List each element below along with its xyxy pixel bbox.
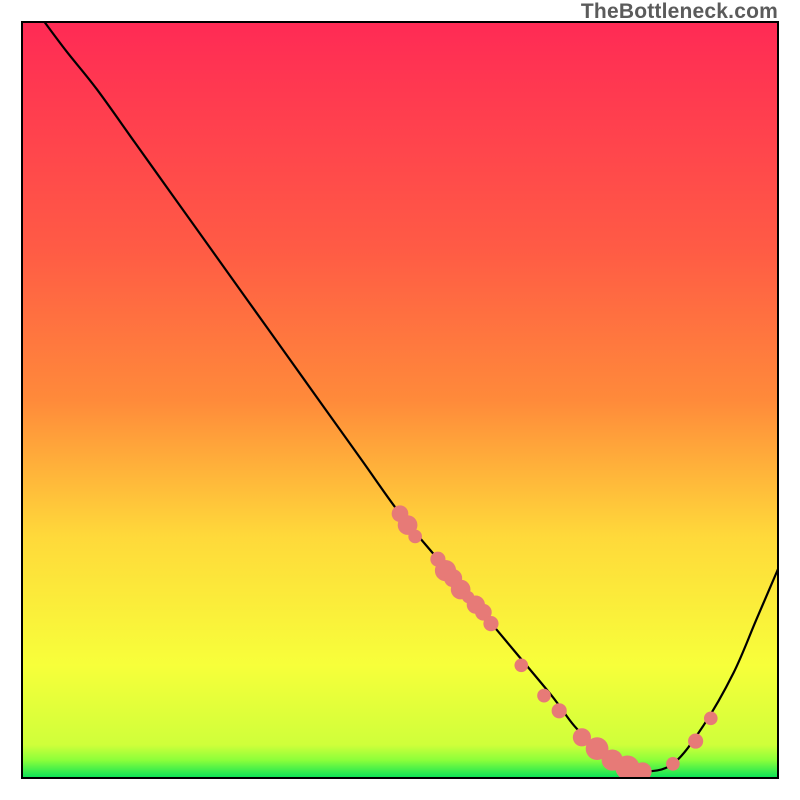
curve-marker [552,703,567,718]
curve-marker [704,712,718,726]
watermark-text: TheBottleneck.com [581,0,778,24]
gradient-background [21,21,779,779]
chart-frame: TheBottleneck.com [0,0,800,800]
curve-marker [688,734,703,749]
curve-marker [483,616,498,631]
curve-marker [514,658,528,672]
curve-marker [537,689,551,703]
curve-marker [408,530,422,544]
bottleneck-chart [21,21,779,779]
curve-marker [666,757,680,771]
plot-area [21,21,779,779]
